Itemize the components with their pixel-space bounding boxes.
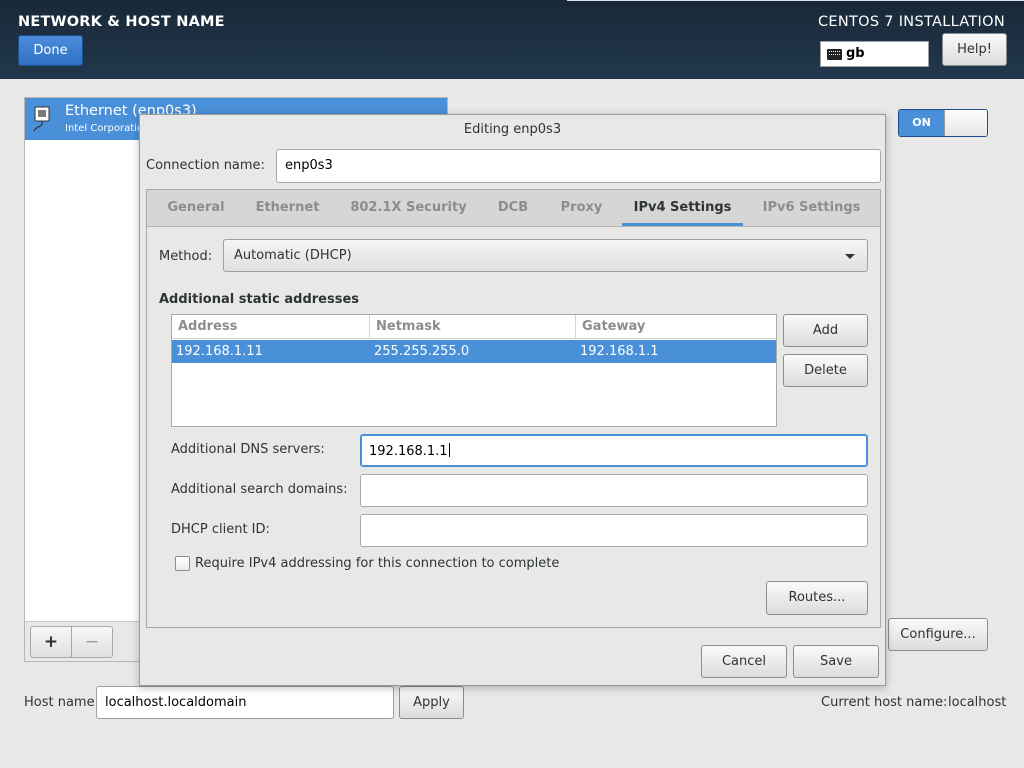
help-button[interactable]: Help!: [942, 33, 1007, 66]
method-dropdown[interactable]: Automatic (DHCP): [223, 239, 868, 272]
host-name-input[interactable]: localhost.localdomain: [96, 686, 394, 719]
method-label: Method:: [159, 249, 213, 264]
page-title: NETWORK & HOST NAME: [18, 14, 225, 30]
dhcp-client-id-input[interactable]: [360, 514, 868, 547]
tab-dcb[interactable]: DCB: [488, 190, 538, 226]
connection-name-label: Connection name:: [146, 158, 265, 173]
remove-device-button[interactable]: −: [71, 626, 113, 658]
cell-netmask: 255.255.255.0: [374, 344, 470, 359]
dialog-title: Editing enp0s3: [463, 122, 562, 137]
cancel-button[interactable]: Cancel: [701, 645, 787, 678]
method-value: Automatic (DHCP): [234, 248, 352, 263]
cell-address: 192.168.1.11: [176, 344, 263, 359]
additional-addresses-heading: Additional static addresses: [159, 292, 360, 307]
toggle-knob: [944, 110, 987, 136]
configure-button[interactable]: Configure...: [888, 618, 988, 651]
dns-servers-input[interactable]: 192.168.1.1: [360, 434, 868, 467]
search-domains-input[interactable]: [360, 474, 868, 507]
device-subtitle: Intel Corporation: [65, 123, 150, 134]
toggle-on-label: ON: [899, 110, 944, 136]
current-host-name-value: localhost: [948, 695, 1007, 710]
add-device-button[interactable]: +: [30, 626, 72, 658]
apply-button[interactable]: Apply: [399, 686, 464, 719]
tab-802-1x-security[interactable]: 802.1X Security: [341, 190, 476, 226]
cell-gateway: 192.168.1.1: [580, 344, 659, 359]
save-button[interactable]: Save: [793, 645, 879, 678]
add-address-button[interactable]: Add: [783, 314, 868, 347]
keyboard-layout-indicator[interactable]: gb: [820, 41, 929, 67]
done-button[interactable]: Done: [18, 35, 83, 66]
delete-address-button[interactable]: Delete: [783, 354, 868, 387]
tab-ethernet[interactable]: Ethernet: [246, 190, 329, 226]
connection-name-input[interactable]: enp0s3: [276, 149, 881, 183]
table-row[interactable]: 192.168.1.11 255.255.255.0 192.168.1.1: [172, 340, 776, 363]
routes-button[interactable]: Routes...: [766, 581, 868, 615]
require-ipv4-label[interactable]: Require IPv4 addressing for this connect…: [195, 556, 559, 571]
network-wired-icon: [33, 106, 50, 132]
tab-general[interactable]: General: [156, 190, 236, 226]
keyboard-layout-label: gb: [846, 46, 865, 61]
header-bar: NETWORK & HOST NAME Done CENTOS 7 INSTAL…: [0, 0, 1024, 79]
tab-proxy[interactable]: Proxy: [550, 190, 613, 226]
search-domains-label: Additional search domains:: [171, 482, 348, 497]
dns-servers-value: 192.168.1.1: [369, 444, 448, 459]
column-header-gateway[interactable]: Gateway: [576, 315, 776, 339]
dns-servers-label: Additional DNS servers:: [171, 442, 325, 457]
column-header-address[interactable]: Address: [172, 315, 370, 339]
product-title: CENTOS 7 INSTALLATION: [817, 14, 1005, 30]
editing-connection-dialog: Editing enp0s3 Connection name: enp0s3 G…: [139, 114, 886, 686]
tab-ipv6-settings[interactable]: IPv6 Settings: [751, 190, 872, 226]
header-divider: [567, 0, 1024, 1]
tab-bar: General Ethernet 802.1X Security DCB Pro…: [147, 190, 880, 227]
chevron-down-icon: [845, 254, 855, 259]
host-name-label: Host name:: [24, 695, 99, 710]
keyboard-icon: [827, 49, 842, 60]
addresses-table[interactable]: Address Netmask Gateway 192.168.1.11 255…: [171, 314, 777, 427]
current-host-name-label: Current host name:: [821, 695, 948, 710]
require-ipv4-checkbox[interactable]: [175, 556, 190, 571]
text-cursor: [448, 443, 450, 457]
dhcp-client-id-label: DHCP client ID:: [171, 522, 270, 537]
settings-notebook: General Ethernet 802.1X Security DCB Pro…: [146, 189, 881, 628]
column-header-netmask[interactable]: Netmask: [370, 315, 576, 339]
tab-ipv4-settings[interactable]: IPv4 Settings: [622, 190, 743, 226]
device-toggle-switch[interactable]: ON: [898, 109, 988, 137]
